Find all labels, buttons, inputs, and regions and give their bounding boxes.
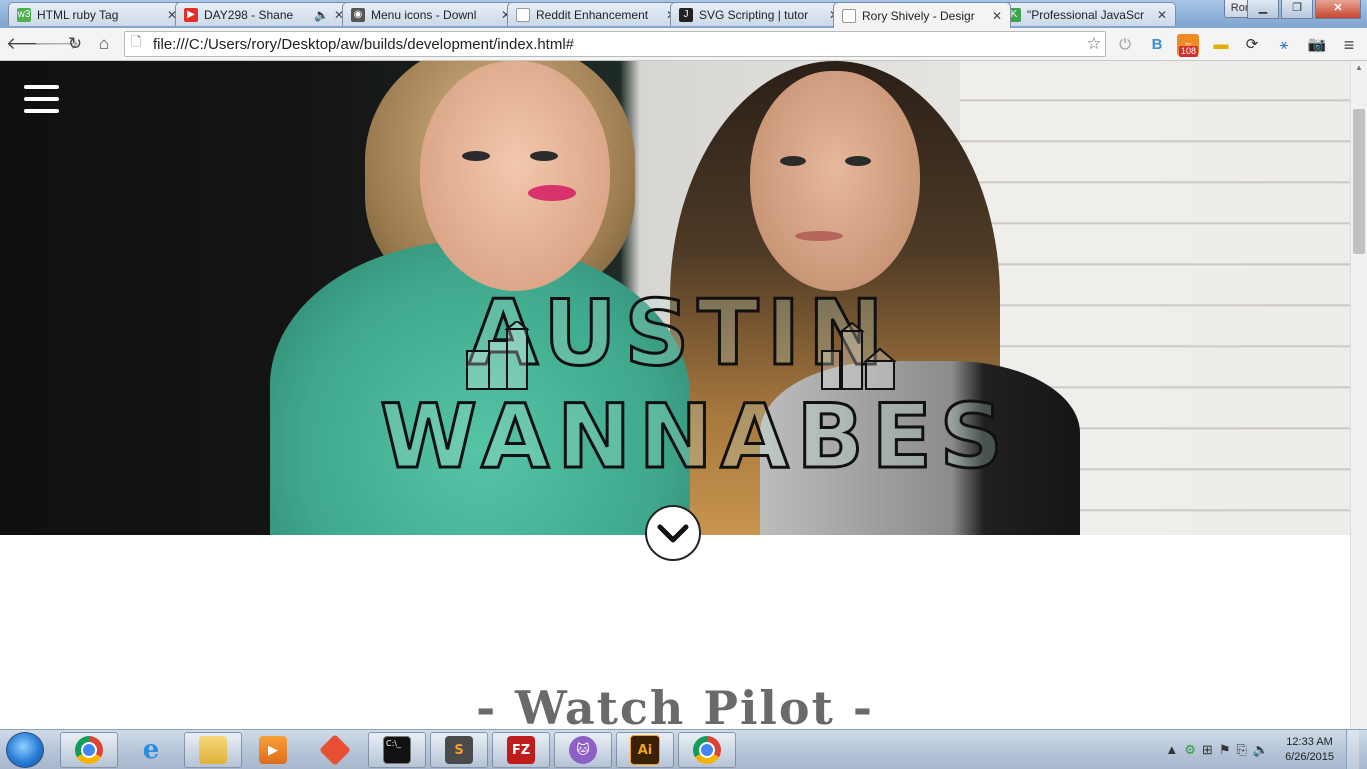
tab-professional-javascript[interactable]: K "Professional JavaScr ✕ (998, 2, 1176, 26)
camera-extension-icon[interactable]: 📷 (1306, 34, 1328, 56)
tab-strip: w3 HTML ruby Tag ✕ ▶ DAY298 - Shane 🔈 ✕ … (0, 0, 1367, 28)
media-player-icon: ▶ (259, 736, 287, 764)
sync-extension-icon[interactable]: ⟳ (1241, 34, 1263, 56)
system-tray: ▲ ⚙ ⊞ ⚑ ⎘ 🔈 12:33 AM 6/26/2015 (1165, 730, 1367, 769)
window-close-button[interactable]: ✕ (1315, 0, 1361, 19)
volume-icon[interactable]: 🔈 (1253, 742, 1269, 758)
austin-wannabes-logo: AUSTIN WANNABES (379, 271, 1012, 531)
youtube-icon: ▶ (184, 7, 198, 22)
browser-toolbar: 🡐 🡒 ↻ ⌂ 🗋 file:///C:/Users/rory/Desktop/… (0, 28, 1367, 61)
url-text[interactable]: file:///C:/Users/rory/Desktop/aw/builds/… (153, 36, 1083, 53)
j-icon: J (679, 7, 693, 22)
scroll-up-arrow-icon[interactable]: ▲ (1351, 61, 1367, 75)
illustrator-icon: Ai (630, 735, 660, 765)
explorer-icon (199, 736, 227, 764)
tab-youtube[interactable]: ▶ DAY298 - Shane 🔈 ✕ (175, 2, 353, 26)
tab-reddit-enhancement[interactable]: Reddit Enhancement ✕ (507, 2, 685, 26)
start-button[interactable] (6, 732, 44, 768)
tab-title: Menu icons - Downl (371, 7, 477, 22)
show-desktop-button[interactable] (1346, 730, 1359, 769)
chrome-icon (75, 736, 103, 764)
window-controls: ▁ ❐ ✕ (1247, 0, 1361, 19)
home-button[interactable]: ⌂ (92, 32, 116, 56)
page-icon: 🗋 (131, 34, 142, 49)
network-icon[interactable]: ⎘ (1236, 742, 1246, 758)
extension-power-icon[interactable]: ⏻ (1114, 34, 1136, 56)
action-center-flag-icon[interactable]: ⚑ (1219, 742, 1231, 758)
page-scrollbar[interactable]: ▲ (1350, 61, 1367, 729)
tab-title: Rory Shively - Desigr (862, 8, 975, 23)
network-sync-icon[interactable]: ⚙ (1184, 742, 1196, 758)
sublime-icon: S (445, 736, 473, 764)
tab-title: HTML ruby Tag (37, 7, 119, 22)
forward-button[interactable]: 🡒 (34, 32, 80, 56)
windows-grid-icon[interactable]: ⊞ (1202, 742, 1213, 758)
taskbar-filezilla[interactable]: FZ (492, 732, 550, 768)
tab-title: SVG Scripting | tutor (699, 7, 809, 22)
taskbar-explorer[interactable] (184, 732, 242, 768)
taskbar-chrome-2[interactable] (678, 732, 736, 768)
taskbar-sublime[interactable]: S (430, 732, 488, 768)
page-viewport: AUSTIN WANNABES - Watch Pilot - (0, 61, 1350, 729)
scrollbar-thumb[interactable] (1353, 109, 1365, 254)
rss-icon[interactable]: ≈ 108 (1177, 34, 1199, 57)
chrome-icon (693, 736, 721, 764)
reload-button[interactable]: ↻ (63, 32, 87, 56)
taskbar-git[interactable] (306, 732, 364, 768)
rss-badge: 108 (1179, 46, 1199, 57)
icons-site-icon: ◉ (351, 7, 365, 22)
minimize-button[interactable]: ▁ (1247, 0, 1279, 19)
cmd-icon: C:\_ (383, 736, 411, 764)
tab-svg-scripting[interactable]: J SVG Scripting | tutor ✕ (670, 2, 848, 26)
taskbar-cmd[interactable]: C:\_ (368, 732, 426, 768)
restore-button[interactable]: ❐ (1281, 0, 1313, 19)
taskbar-github[interactable]: 🐱 (554, 732, 612, 768)
windows-taskbar: e ▶ C:\_ S FZ 🐱 Ai ▲ ⚙ ⊞ ⚑ ⎘ 🔈 12:33 AM … (0, 729, 1367, 769)
chevron-down-icon (657, 524, 689, 543)
bookmark-star-icon[interactable]: ☆ (1083, 34, 1105, 54)
page-icon (516, 7, 530, 22)
filezilla-icon: FZ (507, 736, 535, 764)
tab-title: Reddit Enhancement (536, 7, 649, 22)
taskbar-chrome[interactable] (60, 732, 118, 768)
close-icon[interactable]: ✕ (992, 9, 1004, 23)
chrome-menu-icon[interactable]: ≡ (1338, 34, 1360, 56)
close-icon[interactable]: ✕ (1157, 8, 1169, 22)
network-extension-icon[interactable]: ⚹ (1273, 34, 1295, 56)
tab-title: DAY298 - Shane (204, 7, 294, 22)
taskbar-illustrator[interactable]: Ai (616, 732, 674, 768)
git-icon (319, 734, 351, 766)
tab-menu-icons[interactable]: ◉ Menu icons - Downl ✕ (342, 2, 520, 26)
tab-html-ruby[interactable]: w3 HTML ruby Tag ✕ (8, 2, 186, 26)
clock-time: 12:33 AM (1286, 735, 1333, 748)
tab-title: "Professional JavaScr (1027, 7, 1144, 22)
clock-date: 6/26/2015 (1285, 750, 1334, 763)
section-title-watch-pilot: - Watch Pilot - (476, 681, 874, 729)
hamburger-menu-icon[interactable] (24, 85, 59, 115)
show-hidden-icons-icon[interactable]: ▲ (1165, 742, 1178, 757)
extension-b-icon[interactable]: B (1146, 34, 1168, 56)
ie-icon: e (142, 735, 160, 765)
skyline-right-icon (821, 321, 897, 390)
back-button[interactable]: 🡐 (6, 32, 52, 56)
speaker-icon[interactable]: 🔈 (314, 8, 330, 22)
logo-line-wannabes: WANNABES (379, 385, 1012, 488)
tab-rory-shively[interactable]: Rory Shively - Desigr ✕ (833, 2, 1011, 28)
skyline-left-icon (466, 321, 530, 390)
scroll-down-button[interactable] (645, 505, 701, 561)
folder-extension-icon[interactable]: ▬ (1210, 34, 1232, 56)
github-icon: 🐱 (569, 736, 597, 764)
hero-photo: AUSTIN WANNABES (0, 61, 1350, 535)
page-icon (842, 8, 856, 23)
system-clock[interactable]: 12:33 AM 6/26/2015 (1285, 735, 1334, 765)
taskbar-internet-explorer[interactable]: e (122, 732, 180, 768)
w3-icon: w3 (17, 7, 31, 22)
taskbar-media-player[interactable]: ▶ (244, 732, 302, 768)
address-bar[interactable]: 🗋 file:///C:/Users/rory/Desktop/aw/build… (124, 31, 1106, 57)
